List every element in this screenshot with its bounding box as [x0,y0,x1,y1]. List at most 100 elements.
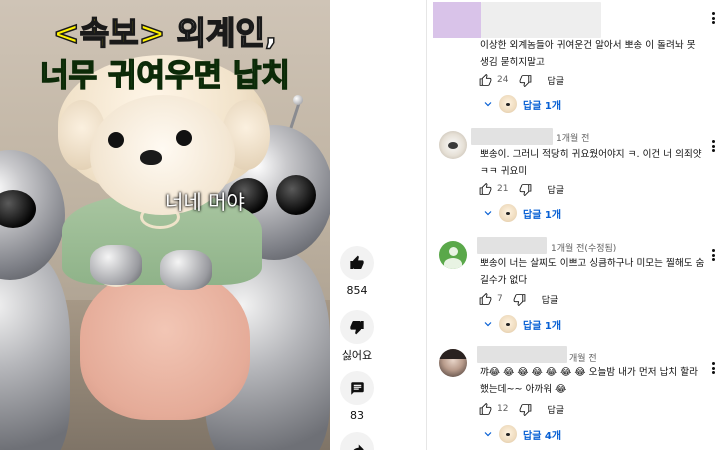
comment-actions: 7 답글 [477,290,558,308]
commenter-avatar[interactable] [439,131,467,159]
headline-line-2: 너무 귀여우면 납치 [39,57,290,95]
comment-reply-button[interactable]: 답글 [547,403,564,416]
chevron-down-icon [481,206,495,220]
comment-text: 뽀송이. 그러니 적당히 귀요웠어야지 ㅋ. 이건 너 의죄얏 ㅋㅋ 귀요미 [480,149,702,177]
view-replies-button[interactable]: 답글 1개 [481,314,561,334]
view-replies-button[interactable]: 답글 1개 [481,94,561,114]
thumbs-up-outline-icon [479,73,491,86]
comment-like-count: 7 [497,294,503,304]
comment-dislike-button[interactable] [517,401,533,417]
comment-timestamp: 1개월 전(수정됨) [551,244,617,254]
creator-avatar [499,204,517,222]
left-alien-hand [90,245,142,285]
comment-like-button[interactable] [477,181,493,197]
thumbs-up-outline-icon [479,182,491,195]
comment-menu-button[interactable] [707,247,719,263]
comments-button[interactable] [340,371,374,405]
comment-dislike-button[interactable] [512,291,528,307]
chevron-down-icon [481,97,495,111]
comment-like-count: 12 [497,404,509,414]
kebab-dot-icon [711,144,715,148]
headline-alien: 외계인, [165,13,278,53]
like-button[interactable] [340,246,374,280]
view-replies-button[interactable]: 답글 4개 [481,424,561,444]
thumbs-down-outline-icon [513,293,526,306]
comment-reply-button[interactable]: 답글 [547,183,564,196]
comment-reply-button[interactable]: 답글 [547,74,564,87]
thumbs-up-outline-icon [479,292,491,305]
dislike-label: 싫어요 [341,349,373,362]
comment-reply-button[interactable]: 답글 [542,293,559,306]
thumbs-down-outline-icon [519,183,532,196]
kebab-dot-icon [711,12,715,15]
puppy-nose [140,150,162,165]
replies-count-label: 답글 4개 [523,430,562,442]
avatar-hair-icon [439,349,467,359]
puppy-pants [80,270,250,420]
comment-text: 꺄😂 😂 😂 😂 😂 😂 😂 오늘밤 내가 먼저 납치 할라했는데~~ 아까워 … [480,367,698,395]
kebab-dot-icon [711,249,715,252]
replies-count-label: 답글 1개 [523,209,562,221]
kebab-dot-icon [711,371,715,374]
thumbs-down-icon [350,321,364,335]
right-alien-eye-right [276,175,316,215]
comment-like-button[interactable] [477,72,493,88]
share-icon [352,444,364,450]
comment-menu-button[interactable] [707,138,719,154]
comment-count: 83 [350,409,364,422]
dislike-button[interactable] [340,310,374,344]
kebab-dot-icon [711,366,715,370]
author-name-blurred [481,2,601,38]
kebab-dot-icon [711,362,715,365]
video-player[interactable]: <속보> 외계인, 너무 귀여우면 납치 너네 머야 [0,0,330,450]
comment-text: 뽀송이 너는 살찌도 이쁘고 싱큼하구나 미모는 찔해도 숨길수가 없다 [480,258,705,286]
comment-menu-button[interactable] [707,10,719,26]
comment-menu-button[interactable] [707,360,719,376]
headline-line-1: <속보> 외계인, [0,8,330,54]
thumbs-down-outline-icon [519,403,532,416]
comment-timestamp: 1개월 전 [556,134,590,144]
replies-count-label: 답글 1개 [523,100,562,112]
action-bar: 854 싫어요 83 [330,0,426,450]
thumbs-up-icon [350,255,364,269]
author-name-blurred [477,346,567,363]
comment-dislike-button[interactable] [517,72,533,88]
kebab-dot-icon [711,253,715,257]
kebab-dot-icon [711,16,715,20]
comment-like-button[interactable] [477,401,493,417]
comment-timestamp: 개월 전 [569,354,597,364]
comment-icon [350,381,364,395]
author-name-blurred [477,237,547,254]
thumbs-down-outline-icon [519,74,532,87]
comment-text: 이상한 외계놈들아 귀여운건 알아서 뽀송 이 돌려놔 못 생김 묻히지말고 [480,40,696,68]
kebab-dot-icon [711,21,715,24]
chevron-down-icon [481,317,495,331]
avatar-person-icon-head [449,247,458,256]
view-replies-button[interactable]: 답글 1개 [481,203,561,223]
commenter-avatar[interactable] [439,241,467,269]
blurred-avatar [433,2,481,38]
creator-avatar [499,95,517,113]
comment-like-button[interactable] [477,291,493,307]
left-alien-body [0,250,70,450]
headline-breaking-tag: <속보> [52,13,166,53]
comment-actions: 24 답글 [477,71,564,89]
comment-dislike-button[interactable] [517,181,533,197]
right-alien-hand [160,250,212,290]
author-name-blurred [471,128,553,145]
thumbs-up-outline-icon [479,402,491,415]
commenter-avatar[interactable] [439,349,467,377]
puppy-eye-left [108,132,124,148]
avatar-person-icon-body [444,258,462,269]
comment-actions: 21 답글 [477,180,564,198]
comments-panel: 이상한 외계놈들아 귀여운건 알아서 뽀송 이 돌려놔 못 생김 묻히지말고 2… [427,0,722,450]
puppy-eye-right [176,130,192,146]
creator-avatar [499,425,517,443]
comment-like-count: 21 [497,184,509,194]
chevron-down-icon [481,427,495,441]
share-button[interactable] [340,432,374,450]
replies-count-label: 답글 1개 [523,320,562,332]
comment-actions: 12 답글 [477,400,564,418]
right-alien-antenna-right-tip [293,95,303,105]
like-count: 854 [346,284,368,297]
